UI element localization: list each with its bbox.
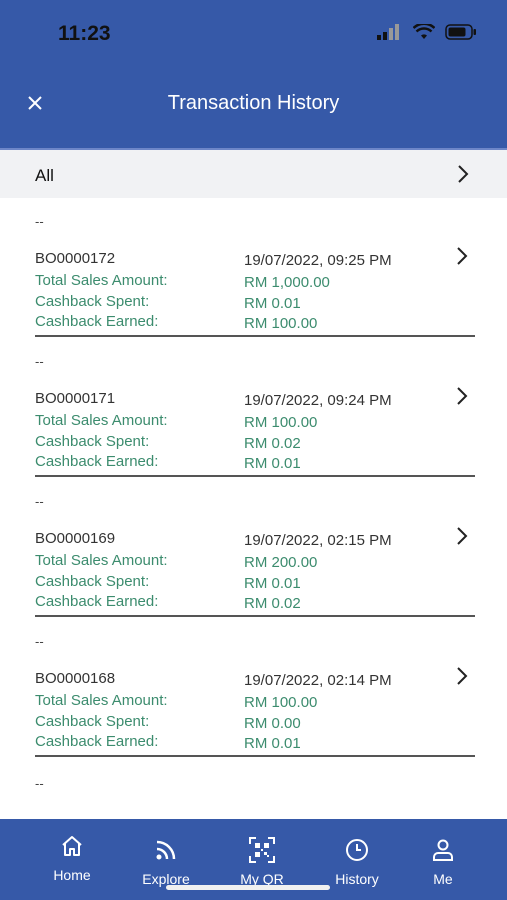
separator-dash: -- (35, 214, 44, 229)
nav-history[interactable]: History (312, 837, 402, 887)
nav-home-label: Home (53, 867, 91, 883)
separator-dash: -- (35, 354, 44, 369)
transaction-item[interactable]: -- BO0000171 19/07/2022, 09:24 PM Total … (0, 354, 507, 494)
nav-my-qr[interactable]: My QR (217, 837, 307, 887)
total-sales-value: RM 100.00 (244, 694, 318, 711)
transaction-id: BO0000172 (35, 250, 116, 267)
divider (35, 615, 475, 617)
page-title: Transaction History (167, 92, 340, 114)
total-sales-value: RM 100.00 (244, 414, 318, 431)
cashback-earned-value: RM 0.01 (244, 735, 301, 752)
cashback-spent-label: Cashback Spent: (35, 713, 150, 730)
cashback-earned-label: Cashback Earned: (35, 313, 159, 330)
filter-label: All (35, 166, 54, 185)
cellular-signal-icon (377, 24, 399, 40)
person-icon (433, 839, 453, 861)
transaction-item[interactable]: -- BO0000169 19/07/2022, 02:15 PM Total … (0, 494, 507, 634)
transaction-datetime: 19/07/2022, 09:24 PM (244, 392, 392, 409)
cashback-spent-value: RM 0.00 (244, 715, 301, 732)
separator-dash: -- (35, 494, 44, 509)
nav-explore[interactable]: Explore (121, 837, 211, 887)
cashback-earned-label: Cashback Earned: (35, 733, 159, 750)
home-indicator[interactable] (166, 885, 330, 890)
wifi-icon (413, 24, 435, 39)
cashback-spent-label: Cashback Spent: (35, 293, 150, 310)
cashback-earned-label: Cashback Earned: (35, 593, 159, 610)
nav-me-label: Me (433, 871, 453, 887)
cashback-spent-label: Cashback Spent: (35, 433, 150, 450)
divider (35, 335, 475, 337)
separator-dash: -- (35, 776, 44, 791)
rss-feed-icon (156, 840, 176, 860)
total-sales-value: RM 200.00 (244, 554, 318, 571)
app-header: 11:23 Transaction History (0, 0, 507, 148)
qr-code-icon (249, 837, 275, 863)
clock-icon (346, 839, 368, 861)
transaction-id: BO0000169 (35, 530, 116, 547)
transaction-datetime: 19/07/2022, 09:25 PM (244, 252, 392, 269)
status-time: 11:23 (58, 22, 111, 45)
transaction-item[interactable]: -- BO0000172 19/07/2022, 09:25 PM Total … (0, 214, 507, 354)
transaction-item[interactable]: -- BO0000168 19/07/2022, 02:14 PM Total … (0, 634, 507, 774)
cashback-earned-value: RM 100.00 (244, 315, 318, 332)
total-sales-label: Total Sales Amount: (35, 272, 168, 289)
chevron-right-icon[interactable] (456, 526, 468, 546)
total-sales-value: RM 1,000.00 (244, 274, 330, 291)
cashback-earned-label: Cashback Earned: (35, 453, 159, 470)
nav-home[interactable]: Home (27, 833, 117, 883)
battery-icon (445, 24, 476, 40)
transaction-item-partial[interactable]: -- (0, 776, 507, 816)
nav-me[interactable]: Me (398, 837, 488, 887)
transaction-datetime: 19/07/2022, 02:15 PM (244, 532, 392, 549)
divider (35, 475, 475, 477)
cashback-spent-value: RM 0.01 (244, 575, 301, 592)
filter-selector[interactable]: All (0, 148, 507, 198)
cashback-spent-label: Cashback Spent: (35, 573, 150, 590)
status-icons (377, 24, 477, 40)
total-sales-label: Total Sales Amount: (35, 412, 168, 429)
transaction-id: BO0000168 (35, 670, 116, 687)
transaction-datetime: 19/07/2022, 02:14 PM (244, 672, 392, 689)
cashback-earned-value: RM 0.02 (244, 595, 301, 612)
separator-dash: -- (35, 634, 44, 649)
home-icon (62, 836, 82, 856)
chevron-right-icon[interactable] (456, 386, 468, 406)
cashback-earned-value: RM 0.01 (244, 455, 301, 472)
transaction-id: BO0000171 (35, 390, 116, 407)
cashback-spent-value: RM 0.01 (244, 295, 301, 312)
chevron-right-icon[interactable] (456, 246, 468, 266)
divider (35, 755, 475, 757)
total-sales-label: Total Sales Amount: (35, 552, 168, 569)
cashback-spent-value: RM 0.02 (244, 435, 301, 452)
total-sales-label: Total Sales Amount: (35, 692, 168, 709)
chevron-right-icon[interactable] (456, 666, 468, 686)
chevron-right-icon (458, 165, 469, 183)
